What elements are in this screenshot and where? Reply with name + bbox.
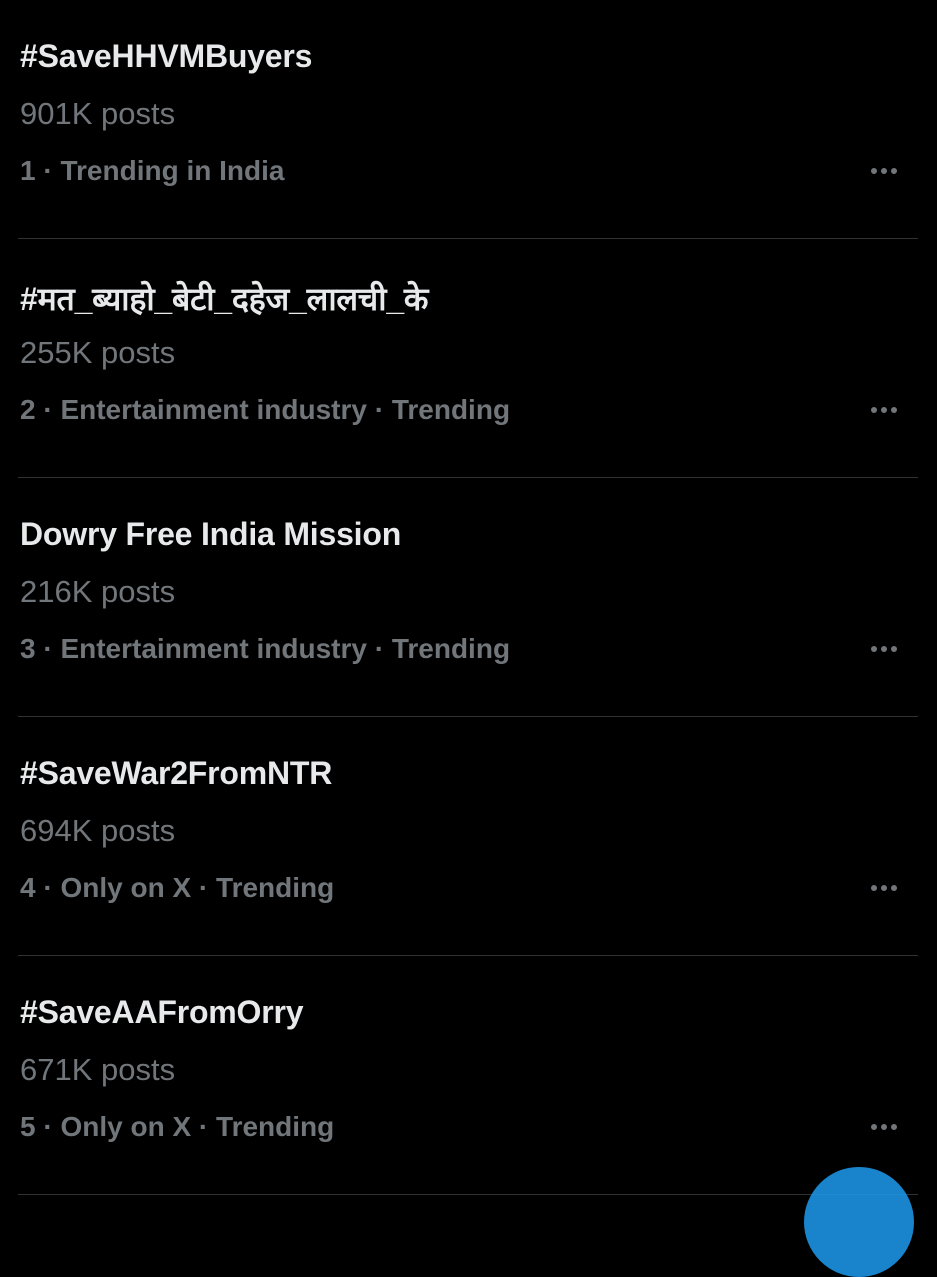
trend-name: #मत_ब्याहो_बेटी_दहेज_लालची_के — [20, 281, 429, 317]
trend-post-count: 694K posts — [20, 813, 176, 848]
more-options-button[interactable] — [866, 395, 902, 425]
trend-name: #SaveWar2FromNTR — [20, 755, 333, 791]
trend-item-5[interactable]: #SaveAAFromOrry 671K posts 5 · Only on X… — [18, 956, 918, 1195]
compose-post-button[interactable] — [804, 1167, 914, 1277]
trend-item-2[interactable]: #मत_ब्याहो_बेटी_दहेज_लालची_के 255K posts… — [18, 239, 918, 478]
more-horizontal-icon — [891, 168, 897, 174]
trend-meta: 1 · Trending in India — [20, 155, 285, 186]
trend-post-count: 901K posts — [20, 96, 176, 131]
trend-item-3[interactable]: Dowry Free India Mission 216K posts 3 · … — [18, 478, 918, 717]
trend-name: #SaveHHVMBuyers — [20, 38, 313, 74]
trend-meta: 3 · Entertainment industry · Trending — [20, 633, 511, 664]
more-options-button[interactable] — [866, 156, 902, 186]
trend-name: #SaveAAFromOrry — [20, 994, 304, 1030]
trend-post-count: 255K posts — [20, 335, 176, 370]
trend-meta: 5 · Only on X · Trending — [20, 1111, 335, 1142]
more-options-button[interactable] — [866, 873, 902, 903]
more-horizontal-icon — [871, 168, 877, 174]
trend-item-4[interactable]: #SaveWar2FromNTR 694K posts 4 · Only on … — [18, 717, 918, 956]
more-horizontal-icon — [881, 885, 887, 891]
more-options-button[interactable] — [866, 634, 902, 664]
more-horizontal-icon — [891, 407, 897, 413]
trend-post-count: 671K posts — [20, 1052, 176, 1087]
more-horizontal-icon — [891, 1124, 897, 1130]
more-horizontal-icon — [871, 1124, 877, 1130]
more-horizontal-icon — [881, 1124, 887, 1130]
trend-name: Dowry Free India Mission — [20, 516, 402, 552]
trend-post-count: 216K posts — [20, 574, 176, 609]
more-horizontal-icon — [871, 407, 877, 413]
more-horizontal-icon — [871, 646, 877, 652]
more-horizontal-icon — [871, 885, 877, 891]
trend-item-1[interactable]: #SaveHHVMBuyers 901K posts 1 · Trending … — [18, 0, 918, 239]
more-horizontal-icon — [881, 168, 887, 174]
more-options-button[interactable] — [866, 1112, 902, 1142]
more-horizontal-icon — [881, 646, 887, 652]
trend-meta: 4 · Only on X · Trending — [20, 872, 335, 903]
more-horizontal-icon — [881, 407, 887, 413]
trend-meta: 2 · Entertainment industry · Trending — [20, 394, 511, 425]
trending-list: #SaveHHVMBuyers 901K posts 1 · Trending … — [0, 0, 937, 1195]
more-horizontal-icon — [891, 646, 897, 652]
more-horizontal-icon — [891, 885, 897, 891]
